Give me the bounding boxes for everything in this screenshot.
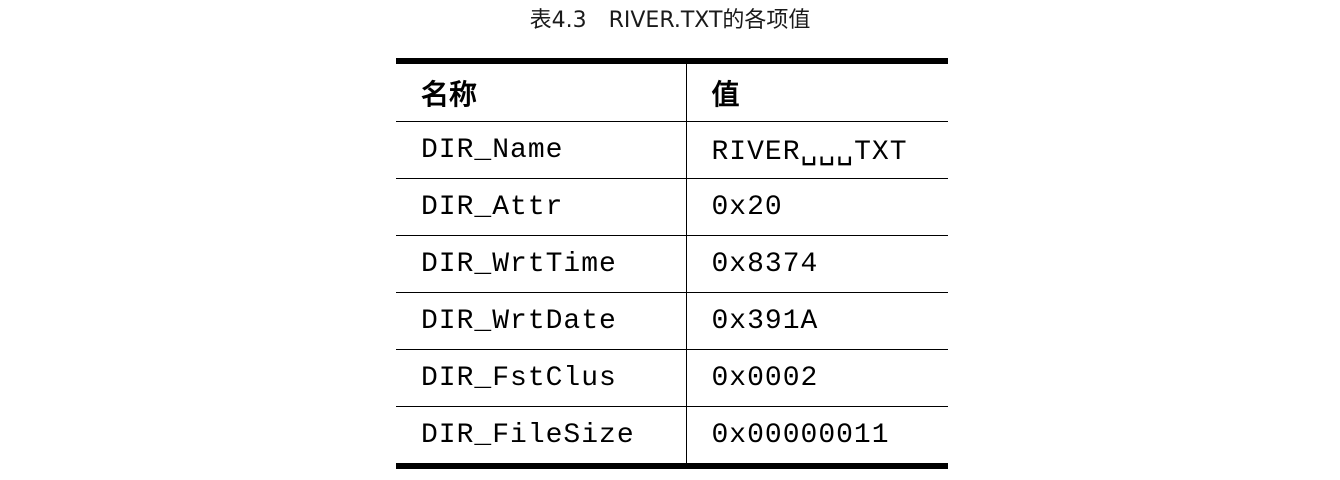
header-value: 值 bbox=[711, 77, 740, 111]
table-row: DIR_WrtTime 0x8374 bbox=[396, 235, 948, 293]
table-caption: 表4.3 RIVER.TXT的各项值 bbox=[529, 8, 811, 33]
field-value: 0x391A bbox=[711, 305, 819, 337]
table-row: DIR_WrtDate 0x391A bbox=[396, 292, 948, 350]
field-value: 0x20 bbox=[711, 191, 783, 223]
field-value: 0x0002 bbox=[711, 362, 819, 394]
header-name: 名称 bbox=[396, 61, 687, 122]
field-value: RIVER␣␣␣TXT bbox=[711, 136, 908, 168]
field-value-table: 名称 值 DIR_Name RIVER␣␣␣TXT DIR_Attr 0x20 … bbox=[396, 58, 948, 469]
table-row: DIR_FileSize 0x00000011 bbox=[396, 406, 948, 466]
field-name: DIR_WrtDate bbox=[396, 292, 687, 350]
table-header-row: 名称 值 bbox=[396, 61, 948, 122]
field-value: 0x00000011 bbox=[711, 419, 890, 451]
table-row: DIR_FstClus 0x0002 bbox=[396, 349, 948, 407]
field-name: DIR_Attr bbox=[396, 178, 687, 236]
field-value: 0x8374 bbox=[711, 248, 819, 280]
table-row: DIR_Name RIVER␣␣␣TXT bbox=[396, 121, 948, 179]
field-name: DIR_WrtTime bbox=[396, 235, 687, 293]
field-name: DIR_FstClus bbox=[396, 349, 687, 407]
field-name: DIR_Name bbox=[396, 121, 687, 179]
field-name: DIR_FileSize bbox=[396, 406, 687, 466]
table-row: DIR_Attr 0x20 bbox=[396, 178, 948, 236]
